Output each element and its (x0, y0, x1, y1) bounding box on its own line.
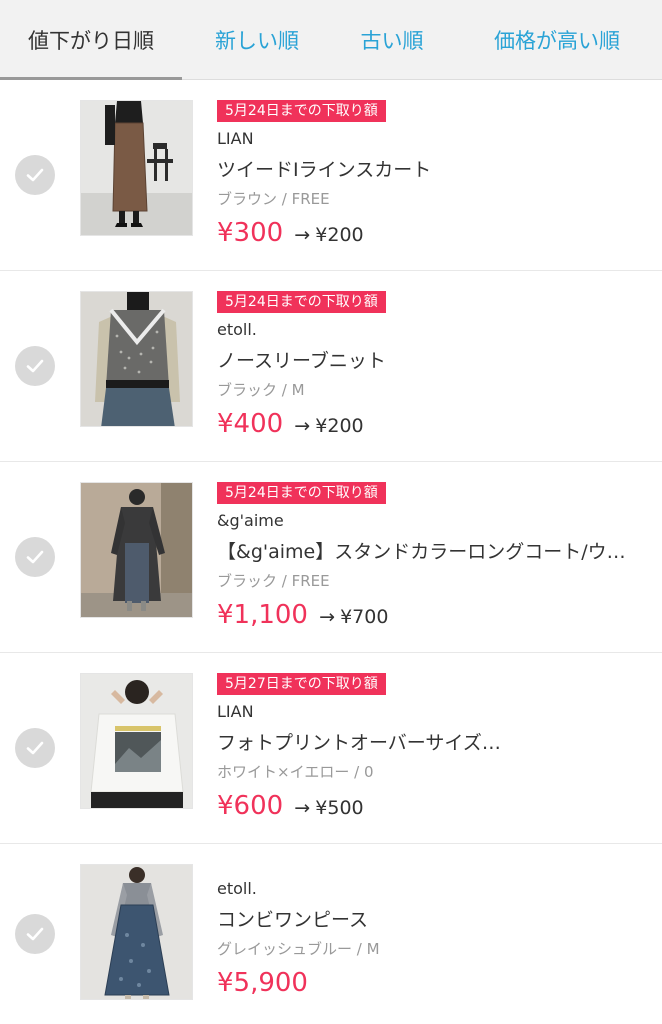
tab-oldest[interactable]: 古い順 (332, 0, 452, 80)
tab-highest-price[interactable]: 価格が高い順 (452, 0, 662, 80)
tradein-price: ¥200 (315, 224, 364, 246)
item-variant: ブラウン / FREE (217, 190, 330, 208)
checkmark-icon[interactable] (15, 728, 55, 768)
item-brand: LIAN (217, 702, 254, 721)
original-price: ¥400 (217, 409, 284, 439)
tab-label: 古い順 (360, 28, 424, 53)
original-price: ¥600 (217, 791, 284, 821)
checkmark-icon[interactable] (15, 537, 55, 577)
item-brand: etoll. (217, 879, 257, 898)
tab-price-drop-date[interactable]: 値下がり日順 (0, 0, 182, 80)
original-price: ¥300 (217, 218, 284, 248)
item-info: 5月24日までの下取り額 &g'aime 【&g'aime】スタンドカラーロング… (217, 482, 642, 632)
tab-label: 新しい順 (215, 28, 299, 53)
tradein-deadline-badge: 5月27日までの下取り額 (217, 673, 386, 695)
item-brand: LIAN (217, 129, 254, 148)
tradein-price: ¥200 (315, 415, 364, 437)
checkmark-icon[interactable] (15, 914, 55, 954)
item-brand: etoll. (217, 320, 257, 339)
product-image[interactable] (80, 482, 193, 618)
price-row: ¥1,100 → ¥700 (217, 598, 642, 632)
list-item[interactable]: etoll. コンビワンピース グレイッシュブルー / M ¥5,900 (0, 844, 662, 1024)
product-image[interactable] (80, 673, 193, 809)
product-list: 5月24日までの下取り額 LIAN ツイードIラインスカート ブラウン / FR… (0, 80, 662, 1024)
arrow-icon: → (294, 797, 311, 819)
item-name[interactable]: コンビワンピース (217, 906, 642, 934)
tab-label: 値下がり日順 (28, 28, 154, 53)
price-row: ¥300 → ¥200 (217, 216, 642, 250)
arrow-icon: → (319, 606, 335, 628)
price-row: ¥400 → ¥200 (217, 407, 642, 441)
item-name[interactable]: 【&g'aime】スタンドカラーロングコート/ウ… (217, 538, 642, 566)
item-info: 5月24日までの下取り額 LIAN ツイードIラインスカート ブラウン / FR… (217, 100, 642, 250)
price-row: ¥5,900 (217, 966, 642, 1000)
tradein-price: ¥700 (340, 606, 389, 628)
product-image[interactable] (80, 864, 193, 1000)
product-image[interactable] (80, 291, 193, 427)
item-info: 5月27日までの下取り額 LIAN フォトプリントオーバーサイズ… ホワイト×イ… (217, 673, 642, 823)
tradein-price: ¥500 (315, 797, 364, 819)
item-variant: ホワイト×イエロー / 0 (217, 763, 374, 781)
tradein-deadline-badge: 5月24日までの下取り額 (217, 100, 386, 122)
item-name[interactable]: ノースリーブニット (217, 347, 642, 375)
sort-tab-bar: 値下がり日順 新しい順 古い順 価格が高い順 (0, 0, 662, 80)
product-image[interactable] (80, 100, 193, 236)
item-variant: ブラック / M (217, 381, 305, 399)
price-row: ¥600 → ¥500 (217, 789, 642, 823)
arrow-icon: → (294, 415, 311, 437)
checkmark-icon[interactable] (15, 346, 55, 386)
checkmark-icon[interactable] (15, 155, 55, 195)
original-price: ¥1,100 (217, 600, 308, 630)
original-price: ¥5,900 (217, 968, 308, 998)
item-variant: グレイッシュブルー / M (217, 940, 380, 958)
item-info: 5月24日までの下取り額 etoll. ノースリーブニット ブラック / M ¥… (217, 291, 642, 441)
list-item[interactable]: 5月27日までの下取り額 LIAN フォトプリントオーバーサイズ… ホワイト×イ… (0, 653, 662, 844)
list-item[interactable]: 5月24日までの下取り額 LIAN ツイードIラインスカート ブラウン / FR… (0, 80, 662, 271)
item-info: etoll. コンビワンピース グレイッシュブルー / M ¥5,900 (217, 872, 642, 1000)
tab-label: 価格が高い順 (494, 28, 620, 53)
arrow-icon: → (294, 224, 311, 246)
tradein-deadline-badge: 5月24日までの下取り額 (217, 482, 386, 504)
item-name[interactable]: フォトプリントオーバーサイズ… (217, 729, 642, 757)
list-item[interactable]: 5月24日までの下取り額 &g'aime 【&g'aime】スタンドカラーロング… (0, 462, 662, 653)
item-name[interactable]: ツイードIラインスカート (217, 156, 642, 184)
item-brand: &g'aime (217, 511, 284, 530)
tab-newest[interactable]: 新しい順 (182, 0, 332, 80)
list-item[interactable]: 5月24日までの下取り額 etoll. ノースリーブニット ブラック / M ¥… (0, 271, 662, 462)
tradein-deadline-badge: 5月24日までの下取り額 (217, 291, 386, 313)
item-variant: ブラック / FREE (217, 572, 330, 590)
